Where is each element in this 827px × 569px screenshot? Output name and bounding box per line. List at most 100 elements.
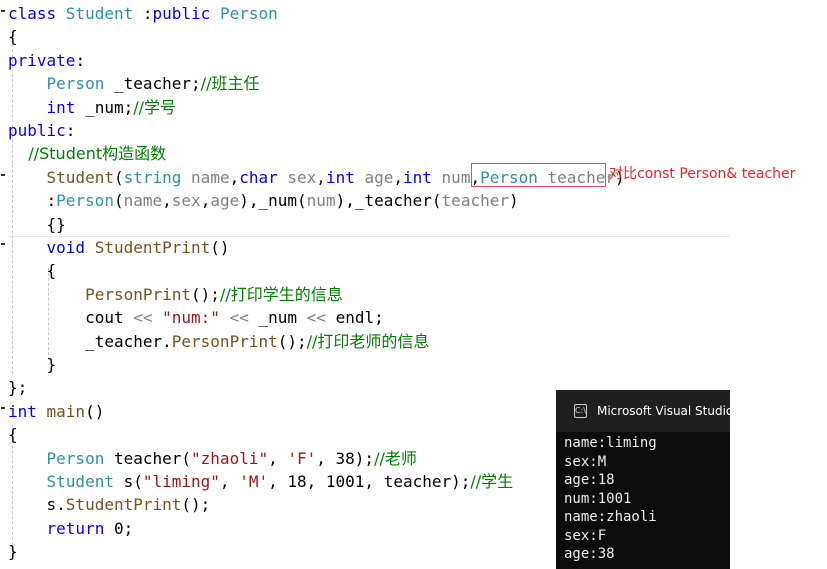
code-line[interactable]: {} bbox=[8, 213, 66, 236]
code-line[interactable]: int _num;//学号 bbox=[8, 96, 177, 119]
console-line: sex:F bbox=[564, 527, 607, 544]
code-token: //学号 bbox=[133, 97, 177, 117]
code-token: , bbox=[200, 191, 211, 211]
code-line[interactable]: _teacher.PersonPrint();//打印老师的信息 bbox=[8, 330, 429, 353]
console-line: name:liming bbox=[564, 435, 657, 451]
code-token: _num bbox=[258, 308, 307, 328]
code-token: sex bbox=[287, 167, 317, 187]
console-icon: C:\ bbox=[574, 404, 587, 418]
code-line[interactable]: { bbox=[8, 423, 18, 446]
code-token: , bbox=[316, 167, 326, 187]
collapse-marker[interactable] bbox=[1, 407, 5, 409]
code-line[interactable]: }; bbox=[8, 376, 27, 399]
code-token: ( bbox=[113, 191, 124, 211]
code-token: _teacher. bbox=[8, 331, 172, 351]
highlight-box bbox=[471, 163, 606, 187]
code-token: "liming" bbox=[142, 472, 220, 491]
console-window[interactable]: C:\ Microsoft Visual Studio name:liming … bbox=[556, 390, 730, 569]
code-line[interactable]: cout << "num:" << _num << endl; bbox=[8, 306, 384, 329]
code-token: : bbox=[8, 191, 57, 211]
code-token: return bbox=[8, 518, 114, 538]
code-token: {} bbox=[8, 214, 66, 234]
code-line[interactable]: public: bbox=[8, 119, 75, 142]
collapse-marker[interactable] bbox=[1, 174, 5, 176]
code-line[interactable]: private: bbox=[8, 49, 85, 72]
code-token: public bbox=[8, 121, 66, 140]
code-token: 'M' bbox=[239, 472, 269, 491]
code-token: "num:" bbox=[162, 308, 230, 328]
console-line: sex:M bbox=[564, 453, 607, 470]
code-token: int bbox=[8, 97, 86, 117]
code-line[interactable]: int main() bbox=[8, 400, 104, 423]
code-token: { bbox=[8, 425, 18, 445]
code-token: , 18, 1001, teacher); bbox=[268, 472, 471, 491]
code-token: }; bbox=[8, 378, 28, 398]
code-line[interactable]: } bbox=[8, 353, 57, 376]
code-token: } bbox=[8, 542, 18, 562]
code-line[interactable]: Person _teacher;//班主任 bbox=[8, 72, 260, 95]
code-token: ( bbox=[113, 167, 124, 187]
code-token: << bbox=[229, 308, 259, 328]
code-token: ),_num( bbox=[239, 191, 307, 211]
code-token: public bbox=[152, 4, 220, 23]
code-line[interactable]: Person teacher("zhaoli", 'F', 38);//老师 bbox=[8, 447, 417, 470]
code-token: name bbox=[191, 167, 230, 187]
code-token: s. bbox=[8, 495, 66, 515]
code-token: char bbox=[239, 167, 288, 187]
code-token: ) bbox=[508, 191, 519, 211]
code-token: int bbox=[403, 167, 442, 187]
code-line[interactable]: } bbox=[8, 540, 18, 563]
collapse-marker[interactable] bbox=[1, 10, 5, 12]
code-token: () bbox=[85, 401, 105, 421]
code-token: sex bbox=[171, 191, 201, 211]
code-token: int bbox=[325, 167, 365, 187]
code-token: (); bbox=[277, 331, 307, 351]
code-line[interactable]: void StudentPrint() bbox=[8, 236, 230, 259]
console-line: name:zhaoli bbox=[564, 509, 657, 525]
code-token: teacher bbox=[441, 191, 509, 211]
console-line: age:18 bbox=[564, 472, 615, 488]
code-token: age bbox=[210, 191, 240, 211]
code-token: StudentPrint bbox=[65, 495, 182, 515]
code-line[interactable]: { bbox=[8, 259, 57, 282]
code-line[interactable]: { bbox=[8, 25, 18, 48]
code-line[interactable]: class Student :public Person bbox=[8, 2, 278, 25]
console-title-bar[interactable]: C:\ Microsoft Visual Studio bbox=[556, 390, 730, 432]
console-title: Microsoft Visual Studio bbox=[596, 404, 730, 418]
code-token: (); bbox=[191, 284, 220, 304]
code-token: int bbox=[8, 401, 47, 421]
code-token: 0; bbox=[113, 518, 134, 538]
code-token: cout bbox=[8, 308, 134, 328]
code-line[interactable]: Student s("liming", 'M', 18, 1001, teach… bbox=[8, 470, 514, 493]
code-token: PersonPrint bbox=[171, 331, 278, 351]
code-line[interactable]: //Student构造函数 bbox=[8, 142, 166, 165]
code-token: //老师 bbox=[374, 448, 417, 468]
code-line[interactable]: :Person(name,sex,age),_num(num),_teacher… bbox=[8, 189, 519, 212]
code-token: age bbox=[364, 167, 394, 187]
code-token: private bbox=[8, 50, 76, 70]
code-token: , bbox=[268, 448, 288, 468]
console-output: name:liming sex:M age:18 num:1001 name:z… bbox=[556, 432, 730, 564]
code-token: PersonPrint bbox=[8, 284, 192, 304]
console-line: num:1001 bbox=[564, 490, 632, 507]
code-token: { bbox=[8, 27, 18, 47]
code-token: Person bbox=[8, 74, 114, 94]
code-line[interactable]: s.StudentPrint(); bbox=[8, 493, 211, 516]
code-token: //打印老师的信息 bbox=[306, 331, 430, 351]
code-token: StudentPrint bbox=[94, 238, 211, 257]
code-line[interactable]: PersonPrint();//打印学生的信息 bbox=[8, 283, 343, 306]
code-token: { bbox=[8, 261, 57, 281]
code-token: Person bbox=[8, 448, 114, 468]
code-token: s( bbox=[123, 472, 143, 491]
code-token: void bbox=[8, 238, 95, 257]
code-token: , bbox=[229, 167, 240, 187]
code-token: string bbox=[123, 167, 192, 187]
code-line[interactable]: return 0; bbox=[8, 517, 134, 540]
code-token: //班主任 bbox=[200, 74, 260, 94]
code-token: "zhaoli" bbox=[191, 448, 269, 468]
code-token: , bbox=[162, 191, 172, 211]
code-token: endl; bbox=[335, 308, 384, 328]
collapse-marker[interactable] bbox=[1, 243, 5, 245]
code-token: Person bbox=[219, 4, 278, 23]
code-token: num bbox=[441, 167, 471, 187]
